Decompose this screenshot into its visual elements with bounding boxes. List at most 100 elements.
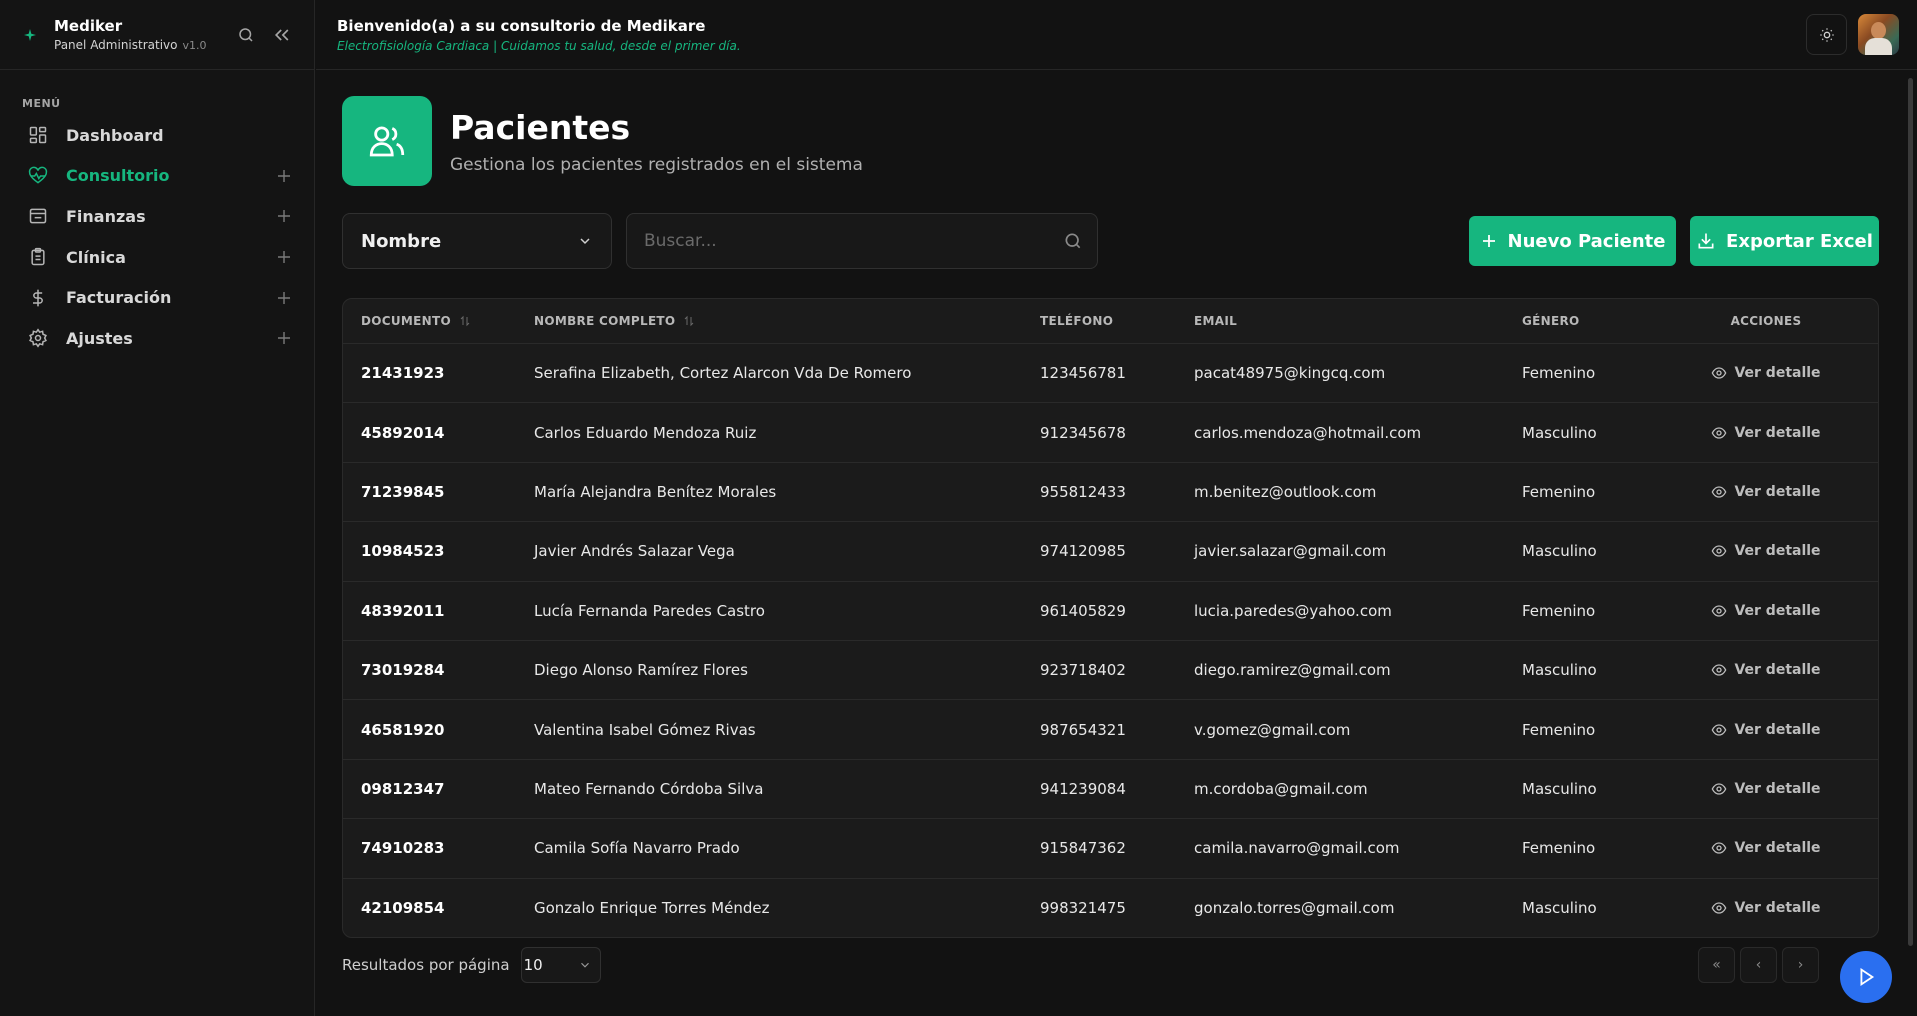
first-page-button[interactable]: «	[1698, 946, 1735, 983]
cell-email: gonzalo.torres@gmail.com	[1194, 898, 1395, 917]
expand-plus-icon[interactable]	[274, 166, 294, 186]
view-detail-link[interactable]: Ver detalle	[1711, 899, 1821, 916]
page-size-select[interactable]: 10	[520, 946, 601, 983]
search-icon[interactable]	[234, 23, 258, 47]
filter-field-select[interactable]: Nombre	[342, 213, 612, 269]
cell-nombre: María Alejandra Benítez Morales	[534, 482, 777, 501]
sidebar-item-facturacion[interactable]: Facturación	[22, 277, 294, 318]
table-row: 48392011 Lucía Fernanda Paredes Castro 961…	[343, 580, 1878, 640]
cell-documento: 45892014	[361, 423, 445, 442]
eye-icon	[1711, 900, 1727, 916]
view-detail-link[interactable]: Ver detalle	[1711, 603, 1821, 619]
expand-plus-icon[interactable]	[274, 288, 294, 308]
view-detail-link[interactable]: Ver detalle	[1711, 365, 1821, 382]
cell-documento: 10984523	[361, 542, 445, 561]
cell-genero: Masculino	[1522, 661, 1597, 680]
sort-icon[interactable]	[683, 315, 695, 327]
next-page-button[interactable]: ›	[1782, 946, 1819, 983]
view-detail-label: Ver detalle	[1734, 899, 1821, 916]
cell-nombre: Camila Sofía Navarro Prado	[534, 839, 740, 858]
column-header-acciones: ACCIONES	[1730, 314, 1802, 328]
table-row: 42109854 Gonzalo Enrique Torres Méndez 998…	[343, 877, 1878, 937]
expand-plus-icon[interactable]	[274, 206, 294, 226]
sun-icon	[1819, 27, 1835, 43]
view-detail-label: Ver detalle	[1734, 662, 1821, 679]
users-icon	[342, 96, 432, 186]
search-icon[interactable]	[1063, 231, 1083, 251]
table-row: 09812347 Mateo Fernando Córdoba Silva 9412…	[343, 758, 1878, 818]
view-detail-link[interactable]: Ver detalle	[1711, 840, 1821, 857]
cell-nombre: Valentina Isabel Gómez Rivas	[534, 720, 756, 739]
cell-telefono: 123456781	[1040, 364, 1126, 383]
view-detail-link[interactable]: Ver detalle	[1711, 484, 1821, 500]
sidebar-item-clinica[interactable]: Clínica	[22, 237, 294, 278]
expand-plus-icon[interactable]	[274, 247, 294, 267]
cell-nombre: Gonzalo Enrique Torres Méndez	[534, 898, 770, 917]
prev-page-button[interactable]: ‹	[1740, 946, 1777, 983]
sidebar-item-dashboard[interactable]: Dashboard	[22, 115, 294, 156]
column-header-email: EMAIL	[1194, 314, 1238, 328]
column-header-label: NOMBRE COMPLETO	[534, 314, 676, 328]
play-icon	[1855, 966, 1877, 988]
eye-icon	[1711, 722, 1727, 738]
view-detail-label: Ver detalle	[1734, 424, 1821, 441]
view-detail-link[interactable]: Ver detalle	[1711, 543, 1821, 559]
cell-genero: Femenino	[1522, 839, 1596, 858]
avatar-body	[1865, 38, 1892, 55]
column-header-nombre[interactable]: NOMBRE COMPLETO	[534, 314, 1040, 328]
cell-genero: Femenino	[1522, 720, 1596, 739]
cell-email: m.cordoba@gmail.com	[1194, 779, 1368, 798]
toolbar: Nombre Nuevo Paciente Exportar Excel	[342, 213, 1879, 269]
new-patient-button[interactable]: Nuevo Paciente	[1469, 216, 1676, 266]
cell-nombre: Diego Alonso Ramírez Flores	[534, 661, 748, 680]
eye-icon	[1711, 543, 1727, 559]
expand-plus-icon[interactable]	[274, 328, 294, 348]
cell-nombre: Javier Andrés Salazar Vega	[534, 542, 735, 561]
collapse-sidebar-icon[interactable]	[270, 23, 294, 47]
top-header: Bienvenido(a) a su consultorio de Medika…	[316, 0, 1917, 70]
sidebar-item-finanzas[interactable]: Finanzas	[22, 196, 294, 237]
export-excel-button[interactable]: Exportar Excel	[1690, 216, 1879, 266]
brand-bar: Mediker Panel Administrativo v1.0	[0, 0, 314, 70]
sort-icon[interactable]	[459, 315, 471, 327]
menu-label: MENÚ	[22, 97, 61, 110]
floating-action-button[interactable]	[1840, 951, 1892, 1003]
cell-email: m.benitez@outlook.com	[1194, 482, 1377, 501]
column-header-documento[interactable]: DOCUMENTO	[343, 314, 534, 328]
cell-telefono: 974120985	[1040, 542, 1126, 561]
cell-telefono: 961405829	[1040, 601, 1126, 620]
cell-acciones: Ver detalle	[1671, 603, 1861, 619]
table-row: 73019284 Diego Alonso Ramírez Flores 92371…	[343, 639, 1878, 699]
view-detail-link[interactable]: Ver detalle	[1711, 781, 1821, 797]
cell-genero: Masculino	[1522, 423, 1597, 442]
chevron-down-icon	[578, 958, 592, 972]
cell-email: carlos.mendoza@hotmail.com	[1194, 423, 1422, 442]
pagination-bar: Resultados por página 10 « ‹ ›	[342, 946, 1879, 983]
cell-acciones: Ver detalle	[1671, 425, 1861, 441]
view-detail-label: Ver detalle	[1734, 840, 1821, 857]
column-header-genero: GÉNERO	[1522, 314, 1580, 328]
sidebar-item-label: Dashboard	[66, 125, 164, 145]
page-subtitle: Gestiona los pacientes registrados en el…	[450, 154, 863, 175]
pagination-buttons: « ‹ ›	[1698, 946, 1819, 983]
view-detail-label: Ver detalle	[1734, 365, 1821, 382]
page-scrollbar[interactable]	[1908, 78, 1913, 946]
brand-name: Mediker	[54, 17, 123, 35]
eye-icon	[1711, 662, 1727, 678]
theme-toggle-button[interactable]	[1806, 14, 1847, 55]
table-row: 10984523 Javier Andrés Salazar Vega 974120…	[343, 521, 1878, 580]
view-detail-link[interactable]: Ver detalle	[1711, 424, 1821, 441]
sidebar-item-consultorio[interactable]: Consultorio	[22, 156, 294, 197]
view-detail-link[interactable]: Ver detalle	[1711, 662, 1821, 679]
table-row: 46581920 Valentina Isabel Gómez Rivas 9876…	[343, 699, 1878, 758]
sidebar-item-label: Finanzas	[66, 206, 146, 226]
download-icon	[1696, 231, 1716, 251]
sidebar-item-ajustes[interactable]: Ajustes	[22, 318, 294, 359]
search-input[interactable]	[644, 231, 1063, 251]
cell-documento: 74910283	[361, 839, 445, 858]
header-tagline: Electrofisiología Cardiaca | Cuidamos tu…	[337, 38, 741, 53]
user-avatar[interactable]	[1858, 14, 1899, 55]
cell-email: pacat48975@kingcq.com	[1194, 364, 1386, 383]
table-row: 74910283 Camila Sofía Navarro Prado 915847…	[343, 818, 1878, 877]
view-detail-link[interactable]: Ver detalle	[1711, 722, 1821, 738]
